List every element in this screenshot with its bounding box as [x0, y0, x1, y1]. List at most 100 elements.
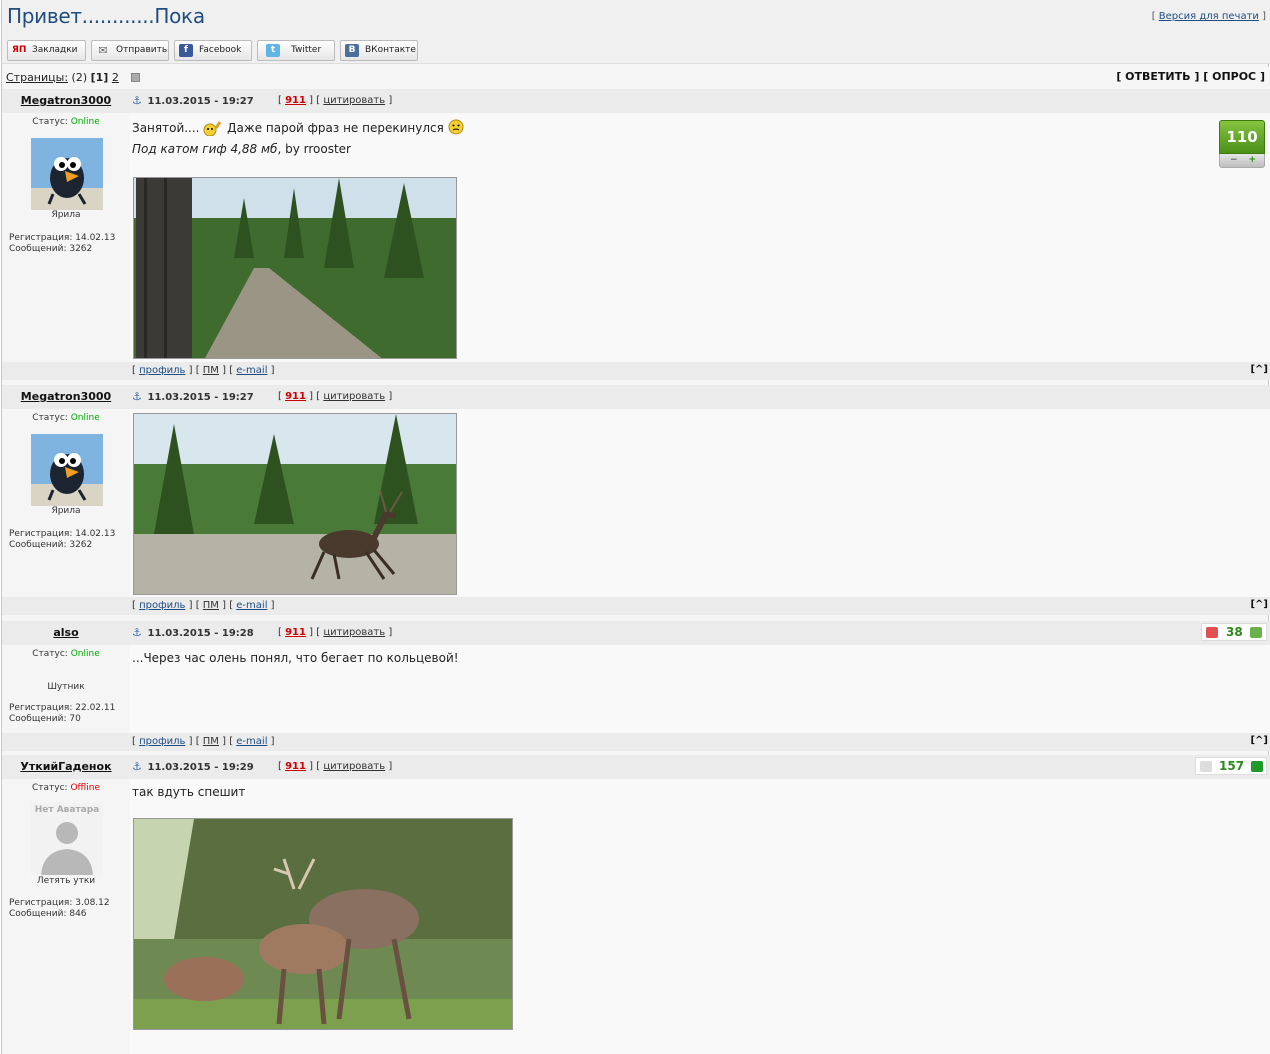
share-twitter-button[interactable]: t Twitter [257, 40, 335, 61]
post-number-link[interactable]: 911 [285, 627, 306, 638]
rating-widget: 38 [1201, 623, 1267, 641]
user-status: Статус: Online [32, 413, 100, 423]
pm-link[interactable]: ПМ [203, 736, 219, 747]
facebook-icon: f [179, 44, 193, 57]
twitter-icon: t [266, 44, 280, 57]
vote-down-icon[interactable] [1200, 761, 1212, 772]
page-jump-icon[interactable] [131, 73, 141, 82]
post-header: Megatron3000 ⚓ 11.03.2015 - 19:27 [ 911 … [2, 89, 1270, 113]
profile-link[interactable]: профиль [139, 600, 185, 611]
reg-date: 14.02.13 [75, 529, 116, 539]
user-rank: Шутник [47, 682, 85, 692]
post-number-link[interactable]: 911 [285, 761, 306, 772]
profile-link[interactable]: профиль [139, 365, 185, 376]
author-link[interactable]: Megatron3000 [21, 390, 111, 403]
post-date: 11.03.2015 - 19:27 [147, 392, 254, 403]
silhouette-icon [41, 822, 93, 875]
share-bookmarks-button[interactable]: ЯП Закладки [7, 40, 86, 61]
post-author: УткийГаденок [2, 760, 130, 773]
user-info: Регистрация: 14.02.13 Сообщений: 3262 [9, 529, 116, 550]
post-number-link[interactable]: 911 [285, 391, 306, 402]
rating-value: 157 [1219, 759, 1245, 773]
email-link[interactable]: e-mail [236, 600, 267, 611]
rating-value: 38 [1226, 625, 1243, 639]
author-sidebar: Статус: Online Ярила Регистрация: 14.02.… [2, 409, 130, 597]
page-2-link[interactable]: 2 [112, 71, 119, 84]
pm-link[interactable]: ПМ [203, 600, 219, 611]
gif-image-deer[interactable] [133, 818, 513, 1030]
vote-down-button[interactable]: − [1230, 154, 1238, 166]
gif-image-reindeer[interactable] [133, 413, 457, 595]
share-send-button[interactable]: ✉ Отправить [91, 40, 169, 61]
author-sidebar: Статус: Offline Нет Аватара Летять утки … [2, 779, 130, 1054]
anchor-icon[interactable]: ⚓ [132, 390, 144, 403]
post-body: Статус: Online Шутник Регистрация: 22.02… [2, 645, 1270, 733]
vote-up-button[interactable]: + [1248, 154, 1256, 166]
post-refs: [ 911 ] [ цитировать ] [278, 627, 393, 638]
user-info: Регистрация: 22.02.11 Сообщений: 70 [9, 703, 116, 724]
quote-link[interactable]: цитировать [323, 627, 385, 638]
anchor-icon[interactable]: ⚓ [132, 626, 144, 639]
post-footer: [ профиль ] [ ПМ ] [ e-mail ] [^] [2, 597, 1270, 615]
post-date: 11.03.2015 - 19:28 [147, 628, 254, 639]
post-links: [ профиль ] [ ПМ ] [ e-mail ] [132, 365, 275, 376]
post-links: [ профиль ] [ ПМ ] [ e-mail ] [132, 600, 275, 611]
vk-icon: В [345, 44, 359, 57]
anchor-icon[interactable]: ⚓ [132, 760, 144, 773]
quote-link[interactable]: цитировать [323, 761, 385, 772]
post-content: ...Через час олень понял, что бегает по … [132, 651, 459, 665]
to-top-button[interactable]: [^] [1250, 735, 1268, 746]
post-header: also ⚓ 11.03.2015 - 19:28 [ 911 ] [ цити… [2, 621, 1270, 645]
share-facebook-button[interactable]: f Facebook [174, 40, 252, 61]
thinking-smiley-icon [203, 120, 223, 137]
yap-icon: ЯП [12, 45, 27, 55]
post-meta: ⚓ 11.03.2015 - 19:27 [132, 390, 254, 403]
anchor-icon[interactable]: ⚓ [132, 94, 144, 107]
avatar-placeholder[interactable]: Нет Аватара [31, 803, 103, 875]
share-vk-button[interactable]: В ВКонтакте [340, 40, 418, 61]
email-link[interactable]: e-mail [236, 365, 267, 376]
post-links: [ профиль ] [ ПМ ] [ e-mail ] [132, 736, 275, 747]
author-link[interactable]: УткийГаденок [20, 760, 111, 773]
avatar[interactable] [31, 138, 103, 210]
to-top-button[interactable]: [^] [1250, 599, 1268, 610]
email-link[interactable]: e-mail [236, 736, 267, 747]
quote-link[interactable]: цитировать [323, 391, 385, 402]
post-meta: ⚓ 11.03.2015 - 19:29 [132, 760, 254, 773]
reg-date: 22.02.11 [75, 703, 116, 713]
page-current: [1] [90, 71, 109, 84]
print-version: [ Версия для печати ] [1151, 11, 1266, 22]
poll-button[interactable]: [ ОПРОС ] [1203, 70, 1265, 83]
post-footer: [ профиль ] [ ПМ ] [ e-mail ] [^] [2, 362, 1270, 380]
post-body: Статус: Online Ярила Регистрация: 14.02.… [2, 113, 1270, 362]
profile-link[interactable]: профиль [139, 736, 185, 747]
vote-down-icon[interactable] [1206, 627, 1218, 638]
reply-button[interactable]: [ ОТВЕТИТЬ ] [1116, 70, 1199, 83]
post-header: Megatron3000 ⚓ 11.03.2015 - 19:27 [ 911 … [2, 385, 1270, 409]
quote-link[interactable]: цитировать [323, 95, 385, 106]
author-link[interactable]: Megatron3000 [21, 94, 111, 107]
vote-up-icon[interactable] [1250, 627, 1262, 638]
post-refs: [ 911 ] [ цитировать ] [278, 95, 393, 106]
vote-up-icon[interactable] [1251, 761, 1263, 772]
post-count: 3262 [69, 244, 93, 254]
post-meta: ⚓ 11.03.2015 - 19:28 [132, 626, 254, 639]
reg-date: 3.08.12 [75, 898, 110, 908]
post-date: 11.03.2015 - 19:29 [147, 762, 254, 773]
reg-date: 14.02.13 [75, 233, 116, 243]
author-sidebar: Статус: Online Шутник Регистрация: 22.02… [2, 645, 130, 733]
avatar[interactable] [31, 434, 103, 506]
print-version-link[interactable]: Версия для печати [1159, 11, 1259, 22]
post-number-link[interactable]: 911 [285, 95, 306, 106]
user-rank: Летять утки [36, 876, 96, 886]
gif-image-road[interactable] [133, 177, 457, 359]
sad-smiley-icon [448, 119, 464, 135]
pm-link[interactable]: ПМ [203, 365, 219, 376]
pages-label[interactable]: Страницы: [6, 71, 68, 84]
post-date: 11.03.2015 - 19:27 [147, 96, 254, 107]
user-info: Регистрация: 3.08.12 Сообщений: 846 [9, 898, 110, 919]
author-link[interactable]: also [53, 626, 78, 639]
post-footer: [ профиль ] [ ПМ ] [ e-mail ] [^] [2, 733, 1270, 751]
to-top-button[interactable]: [^] [1250, 364, 1268, 375]
rating-widget: 110 − + [1219, 120, 1265, 170]
